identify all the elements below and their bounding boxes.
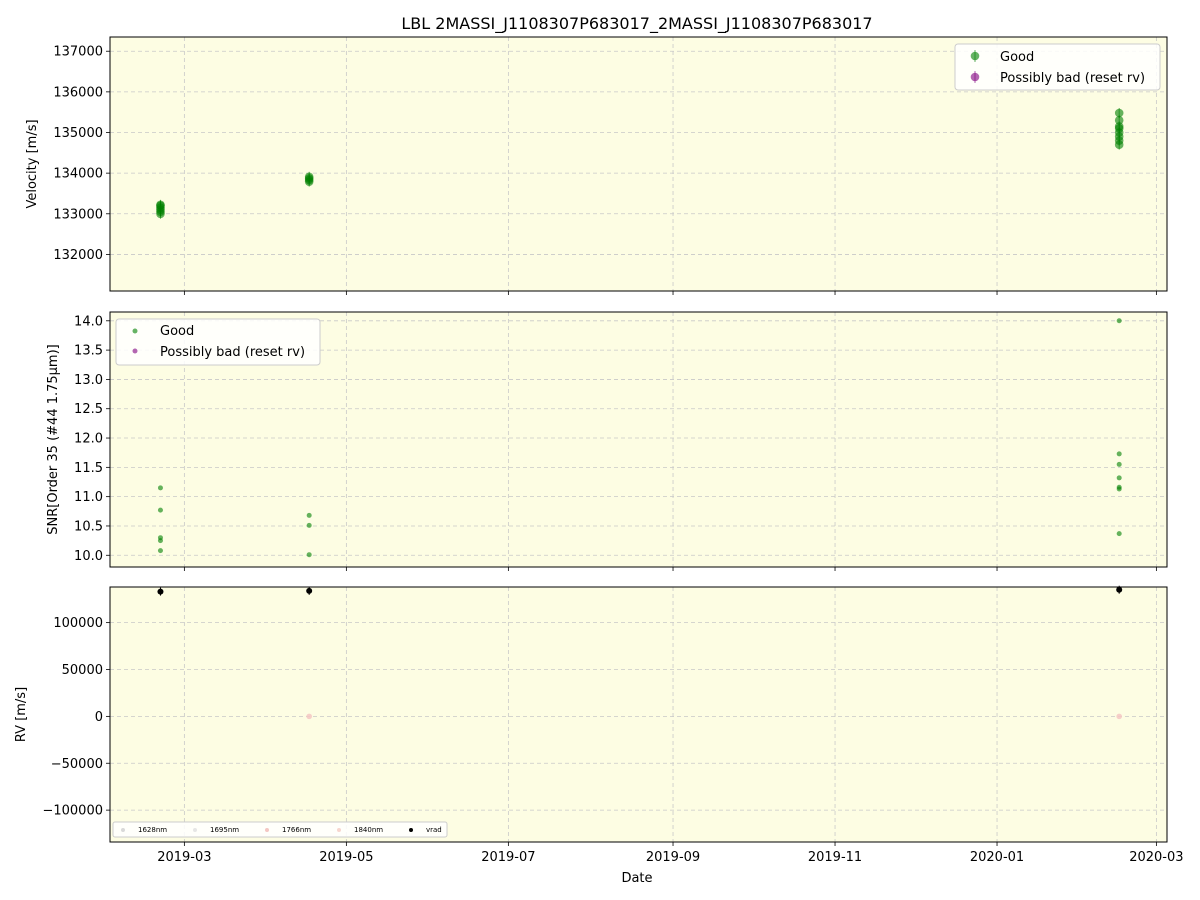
- x-tick-label: 2019-07: [481, 850, 535, 865]
- legend-label: vrad: [426, 826, 442, 834]
- legend-bad-label: Possibly bad (reset rv): [160, 345, 305, 360]
- snr-point: [1116, 475, 1122, 481]
- y-tick-label: 135000: [53, 126, 103, 141]
- y-tick-label: 136000: [53, 85, 103, 100]
- x-tick-label: 2019-05: [319, 850, 373, 865]
- snr-point: [306, 512, 312, 518]
- plot-background: [110, 587, 1167, 842]
- y-tick-label: 50000: [62, 663, 103, 678]
- legend-label: 1628nm: [138, 826, 167, 834]
- x-tick-label: 2020-03: [1129, 850, 1183, 865]
- legend-bad-marker: [132, 348, 138, 354]
- vrad-point: [1116, 586, 1123, 593]
- y-tick-label: 133000: [53, 207, 103, 222]
- lbl-chart-figure: LBL 2MASSI_J1108307P683017_2MASSI_J11083…: [14, 14, 1184, 886]
- y-tick-label: 10.0: [74, 549, 103, 564]
- chart-title: LBL 2MASSI_J1108307P683017_2MASSI_J11083…: [401, 14, 872, 34]
- panel-2: 10.0 10.5 11.0 11.5 12.0 12.5 13.0 13.5 14.0 SNR[…: [46, 311, 1168, 571]
- snr-point: [1116, 461, 1122, 467]
- snr-legend: Good Possibly bad (reset rv): [115, 318, 321, 366]
- y-tick-label: 11.5: [74, 461, 103, 476]
- legend-marker: [121, 828, 125, 832]
- legend-marker: [193, 828, 197, 832]
- x-tick-label: 2019-03: [157, 850, 211, 865]
- panel-1: 132000 133000 134000 135000 136000 137000 Velo…: [25, 36, 1168, 295]
- snr-point: [306, 552, 312, 558]
- y-tick-label: 137000: [53, 45, 103, 60]
- y-tick-label: 100000: [53, 616, 103, 631]
- x-axis-label: Date: [621, 871, 652, 886]
- legend-bad-label: Possibly bad (reset rv): [1000, 71, 1145, 86]
- snr-point: [1116, 451, 1122, 457]
- vrad-point: [306, 587, 313, 594]
- y-tick-label: 134000: [53, 167, 103, 182]
- velocity-point: [304, 172, 314, 182]
- snr-point: [157, 548, 163, 554]
- y-tick-label: 14.0: [74, 314, 103, 329]
- y-tick-label: 12.0: [74, 432, 103, 447]
- band-1766nm-point: [1116, 713, 1122, 720]
- legend-marker: [337, 828, 341, 832]
- x-tick-label: 2020-01: [970, 850, 1024, 865]
- x-tick-label: 2019-09: [646, 850, 700, 865]
- y-axis-label: SNR[Order 35 (#44 1.75μm)]: [46, 344, 61, 535]
- velocity-legend: Good Possibly bad (reset rv): [954, 43, 1161, 91]
- y-tick-label: 13.0: [74, 373, 103, 388]
- y-tick-label: 10.5: [74, 519, 103, 534]
- y-tick-label: 132000: [53, 248, 103, 263]
- snr-point: [1116, 318, 1122, 324]
- legend-marker: [265, 828, 269, 832]
- snr-point: [157, 538, 163, 544]
- panel-3: 2019-03 2019-05 2019-07 2019-09 2019-11 2020-…: [14, 585, 1184, 865]
- x-tick-label: 2019-11: [808, 850, 862, 865]
- y-tick-label: −100000: [42, 804, 103, 819]
- legend-good-label: Good: [1000, 50, 1034, 65]
- y-tick-label: 12.5: [74, 402, 103, 417]
- rv-legend: 1628nm 1695nm 1766nm 1840nm vrad: [112, 821, 448, 838]
- y-tick-label: 0: [95, 710, 103, 725]
- y-axis-label: Velocity [m/s]: [25, 119, 40, 208]
- y-axis-label: RV [m/s]: [14, 687, 29, 742]
- snr-point: [157, 507, 163, 513]
- velocity-point: [156, 200, 165, 210]
- legend-marker: [409, 828, 413, 832]
- snr-point: [1116, 486, 1122, 492]
- velocity-point: [1114, 108, 1124, 118]
- y-tick-label: −50000: [51, 757, 103, 772]
- legend-good-marker: [970, 51, 980, 61]
- snr-point: [157, 485, 163, 491]
- y-tick-label: 13.5: [74, 344, 103, 359]
- legend-label: 1766nm: [282, 826, 311, 834]
- legend-label: 1840nm: [354, 826, 383, 834]
- snr-point: [306, 522, 312, 528]
- snr-point: [1116, 531, 1122, 537]
- vrad-point: [157, 588, 164, 595]
- legend-label: 1695nm: [210, 826, 239, 834]
- legend-good-label: Good: [160, 324, 194, 339]
- y-tick-label: 11.0: [74, 490, 103, 505]
- band-1766nm-point: [306, 713, 312, 720]
- legend-bad-marker: [970, 72, 980, 82]
- legend-good-marker: [132, 328, 138, 334]
